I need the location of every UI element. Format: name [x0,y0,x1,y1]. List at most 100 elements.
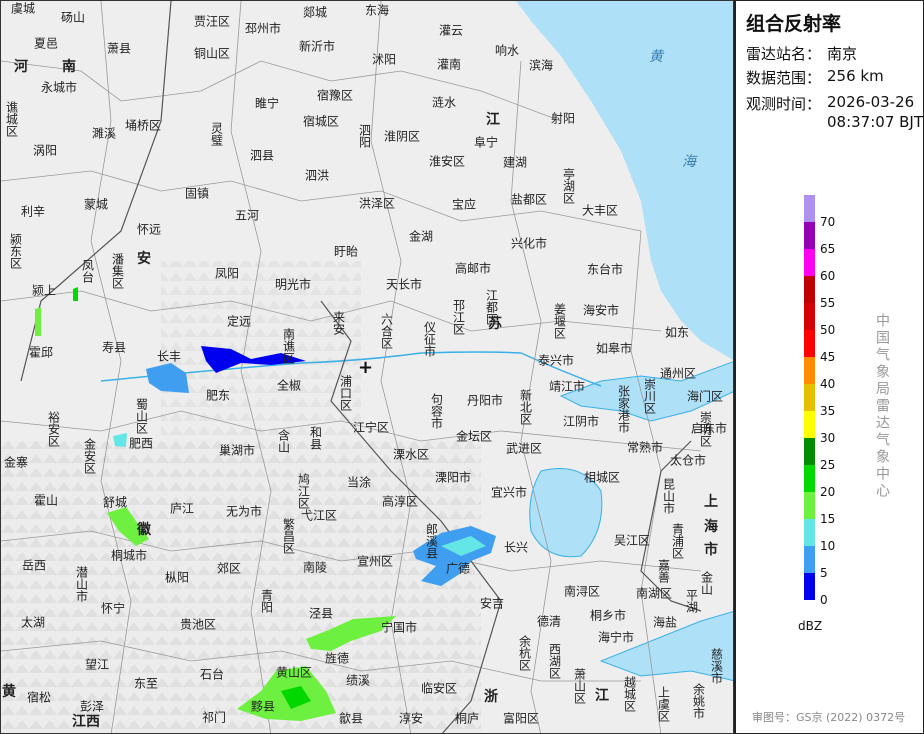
place-label: 桐庐 [454,711,480,726]
legend-tick-label: 15 [820,512,836,526]
place-label: 霍山 [33,493,59,508]
place-label: 泗洪 [304,168,330,183]
place-label: 虞城 [10,1,36,16]
place-label: 淳安 [398,711,424,726]
place-label: 当涂 [346,475,372,490]
legend-swatch [804,546,815,573]
place-label: 武进区 [505,441,543,456]
place-label: 利辛 [20,204,46,219]
province-label: 江 [595,688,609,704]
legend-swatch [804,357,815,384]
place-label: 望江 [84,657,110,672]
place-label: 五河 [234,208,260,223]
province-label: 上 [704,494,718,510]
legend-swatch [804,519,815,546]
place-label: 枞阳 [164,570,190,585]
place-label: 裕安区 [46,411,61,447]
province-label: 浙 [484,689,498,705]
place-label: 濉溪 [91,126,117,141]
place-label: 霍邱 [28,345,54,360]
place-label: 夏邑 [33,36,59,51]
place-label: 太湖 [20,615,46,630]
place-label: 越城区 [622,676,637,712]
place-label: 郯城 [302,5,328,20]
place-label: 姜堰区 [552,303,567,339]
organization-label: 中国气象局雷达气象中心 [874,313,890,500]
place-label: 萧县 [106,41,132,56]
legend-tick-label: 45 [820,350,836,364]
station-row: 雷达站名： 南京 [746,43,857,64]
place-label: 沭阳 [371,52,397,67]
legend-swatch [804,330,815,357]
place-label: 仪征市 [422,321,437,357]
product-title: 组合反射率 [746,13,842,35]
place-label: 南谯区 [281,328,296,364]
place-label: 海宁市 [597,630,635,645]
place-label: 含山 [276,429,291,453]
legend-tick-label: 65 [820,242,836,256]
place-label: 安吉 [479,596,505,611]
province-label: 河 [14,59,28,75]
province-label: 苏 [488,316,502,332]
province-label: 黄 [2,684,16,700]
date-value: 2026-03-26 [827,93,915,111]
radar-map[interactable]: 虞城 砀山 贾汪区 邳州市 郯城 东海 灌云 夏邑 萧县 铜山区 新沂市 沭阳 灌南 响水 滨海 永城市 谯城区… [0,0,734,734]
legend-swatch [804,465,815,492]
echo-cyan-feixi [113,433,127,447]
place-label: 通州区 [659,366,697,381]
place-label: 丹阳市 [466,393,504,408]
range-row: 数据范围： 256 km [746,67,884,88]
place-label: 兴化市 [510,236,548,251]
place-label: 嘉善 [656,559,671,583]
place-label: 繁昌区 [281,518,296,554]
legend-swatch [804,195,815,222]
place-label: 潘集区 [110,253,125,289]
legend-tick-label: 55 [820,296,836,310]
place-label: 长兴 [503,540,529,555]
legend-swatch [804,492,815,519]
legend-tick-label: 0 [820,593,828,607]
place-label: 金安区 [82,438,97,474]
legend-swatch [804,276,815,303]
place-label: 射阳 [550,111,576,126]
province-label: 市 [704,542,718,558]
place-label: 慈溪市 [709,648,724,684]
place-label: 涡阳 [32,143,58,158]
place-label: 蒙城 [83,197,109,212]
place-label: 灵璧 [209,122,224,146]
place-label: 庐江 [169,501,195,516]
place-label: 萧山区 [572,668,587,704]
sea-label: 黄 [649,49,663,65]
place-label: 广德 [445,561,471,576]
place-label: 滨海 [528,58,554,73]
place-label: 寿县 [101,340,127,355]
legend-tick-label: 25 [820,458,836,472]
place-label: 灌南 [436,57,462,72]
legend-tick-label: 5 [820,566,828,580]
place-label: 江宁区 [352,420,390,435]
place-label: 青阳 [259,589,274,613]
place-label: 潜山市 [74,566,89,602]
place-label: 高淳区 [381,494,419,509]
legend-swatch [804,303,815,330]
place-label: 浦口区 [338,375,353,411]
place-label: 旌德 [324,651,350,666]
place-label: 蜀山区 [134,398,149,434]
place-label: 桐城市 [110,548,148,563]
place-label: 黟县 [250,699,276,714]
range-value: 256 km [827,67,884,85]
legend-swatch [804,249,815,276]
place-label: 涟水 [431,95,457,110]
place-label: 海门区 [686,389,724,404]
place-label: 余杭区 [517,635,532,671]
place-label: 宿豫区 [316,88,354,103]
place-label: 歙县 [338,711,364,726]
place-label: 相城区 [583,470,621,485]
legend-swatch [804,573,815,600]
province-label: 海 [704,519,718,535]
place-label: 郎溪县 [424,523,439,559]
place-label: 宣州区 [356,554,394,569]
place-label: 金湖 [408,229,434,244]
place-label: 颍东区 [8,233,23,269]
place-label: 固镇 [184,186,210,201]
